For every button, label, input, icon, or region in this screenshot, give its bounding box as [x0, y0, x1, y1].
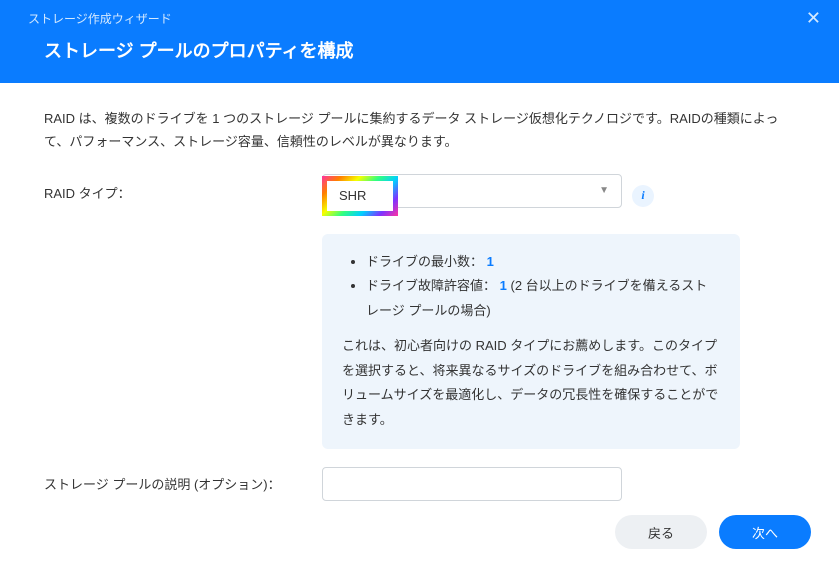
header-top: ストレージ作成ウィザード ✕: [0, 0, 839, 31]
select-group: SHR ▼ SHR: [322, 176, 622, 216]
raid-type-value-col: SHR ▼ SHR i ドライブの最小数： 1: [322, 176, 740, 449]
breadcrumb: ストレージ作成ウィザード: [28, 10, 172, 27]
min-drives-label: ドライブの最小数：: [366, 254, 483, 269]
raid-type-label: RAID タイプ：: [44, 176, 322, 205]
min-drives-value: 1: [487, 254, 494, 269]
chevron-down-icon: ▼: [599, 182, 609, 200]
next-button[interactable]: 次へ: [719, 515, 811, 549]
dialog-header: ストレージ作成ウィザード ✕ ストレージ プールのプロパティを構成: [0, 0, 839, 83]
page-title: ストレージ プールのプロパティを構成: [0, 31, 839, 83]
raid-type-value-visible: SHR: [327, 181, 393, 211]
info-panel-desc: これは、初心者向けの RAID タイプにお薦めします。このタイプを選択すると、将…: [342, 334, 720, 433]
description-input[interactable]: [322, 467, 622, 501]
dialog-footer: 戻る 次へ: [0, 501, 839, 567]
description-label: ストレージ プールの説明 (オプション)：: [44, 467, 322, 496]
raid-type-row: RAID タイプ： SHR ▼ SHR i: [44, 176, 795, 449]
fault-tolerance-label: ドライブ故障許容値：: [366, 278, 496, 293]
close-icon[interactable]: ✕: [806, 8, 821, 29]
intro-text: RAID は、複数のドライブを 1 つのストレージ プールに集約するデータ スト…: [44, 107, 795, 154]
min-drives-item: ドライブの最小数： 1: [366, 250, 720, 275]
fault-tolerance-item: ドライブ故障許容値： 1 (2 台以上のドライブを備えるストレージ プールの場合…: [366, 274, 720, 323]
fault-tolerance-value: 1: [500, 278, 507, 293]
dialog-body: RAID は、複数のドライブを 1 つのストレージ プールに集約するデータ スト…: [0, 83, 839, 501]
description-row: ストレージ プールの説明 (オプション)：: [44, 467, 795, 501]
wizard-dialog: ストレージ作成ウィザード ✕ ストレージ プールのプロパティを構成 RAID は…: [0, 0, 839, 567]
info-icon[interactable]: i: [632, 185, 654, 207]
raid-type-select-row: SHR ▼ SHR i: [322, 176, 740, 216]
raid-info-panel: ドライブの最小数： 1 ドライブ故障許容値： 1 (2 台以上のドライブを備える…: [322, 234, 740, 449]
highlight-icon: SHR: [322, 176, 398, 216]
back-button[interactable]: 戻る: [615, 515, 707, 549]
